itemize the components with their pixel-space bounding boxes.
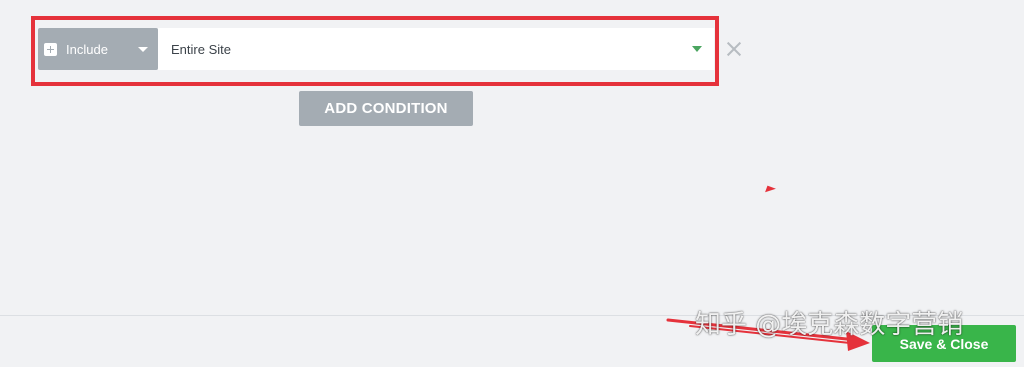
condition-type-select[interactable]: Include (38, 28, 158, 70)
annotation-marker (765, 185, 776, 196)
chevron-down-icon (138, 46, 148, 52)
annotation-arrow (666, 318, 870, 351)
footer-divider (0, 315, 1024, 316)
condition-scope-label: Entire Site (171, 41, 231, 57)
add-condition-button[interactable]: ADD CONDITION (299, 91, 473, 126)
chevron-down-icon (692, 46, 702, 52)
condition-row: Include Entire Site (38, 28, 714, 70)
condition-scope-select[interactable]: Entire Site (158, 28, 714, 70)
condition-type-label: Include (66, 41, 108, 57)
close-icon[interactable] (724, 39, 744, 59)
save-and-close-button[interactable]: Save & Close (872, 325, 1016, 362)
plus-icon (44, 42, 57, 56)
